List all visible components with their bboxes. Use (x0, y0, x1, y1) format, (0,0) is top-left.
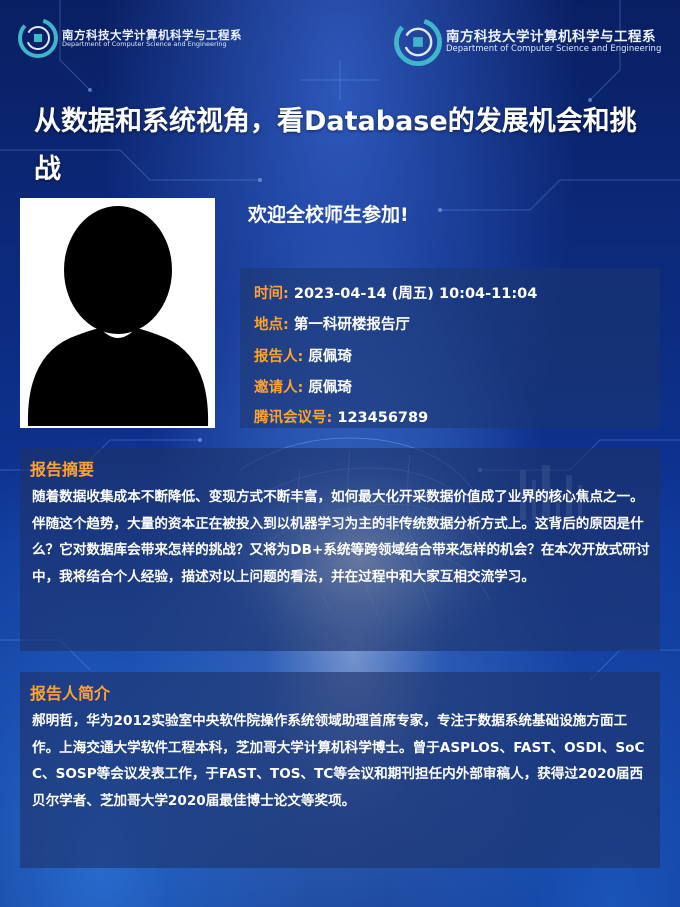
speaker-bio-section: 报告人简介 郝明哲，华为2012实验室中央软件院操作系统领域助理首席专家，专注于… (20, 672, 660, 868)
info-row-inviter: 邀请人: 原佩琦 (254, 376, 352, 397)
meeting-id-label: 腾讯会议号: (254, 410, 333, 426)
info-row-speaker: 报告人: 原佩琦 (254, 345, 352, 366)
bio-heading: 报告人简介 (30, 684, 111, 703)
logo-name-en: Department of Computer Science and Engin… (446, 43, 662, 54)
location-label: 地点: (254, 317, 289, 333)
info-row-time: 时间: 2023-04-14 (周五) 10:04-11:04 (254, 282, 537, 303)
welcome-message: 欢迎全校师生参加! (248, 204, 409, 226)
inviter-value: 原佩琦 (308, 380, 352, 396)
event-info-panel: 时间: 2023-04-14 (周五) 10:04-11:04 地点: 第一科研… (240, 268, 660, 428)
sustech-cse-logo-right: 南方科技大学计算机科学与工程系 Department of Computer S… (394, 18, 661, 66)
time-value: 2023-04-14 (周五) 10:04-11:04 (293, 286, 538, 302)
department-emblem-icon (18, 18, 58, 58)
department-emblem-icon (394, 18, 442, 66)
info-row-location: 地点: 第一科研楼报告厅 (254, 313, 410, 334)
abstract-body: 随着数据收集成本不断降低、变现方式不断丰富，如何最大化开采数据价值成了业界的核心… (32, 489, 650, 585)
abstract-heading: 报告摘要 (30, 460, 95, 479)
time-label: 时间: (254, 286, 289, 302)
info-row-meeting-id: 腾讯会议号: 123456789 (254, 406, 428, 427)
abstract-section: 报告摘要 随着数据收集成本不断降低、变现方式不断丰富，如何最大化开采数据价值成了… (20, 448, 660, 651)
logo-name-cn: 南方科技大学计算机科学与工程系 (446, 29, 656, 46)
meeting-id-value: 123456789 (337, 410, 429, 426)
inviter-label: 邀请人: (254, 380, 304, 396)
bio-body: 郝明哲，华为2012实验室中央软件院操作系统领域助理首席专家，专注于数据系统基础… (32, 713, 645, 809)
speaker-photo (20, 198, 215, 428)
sustech-cse-logo-left: 南方科技大学计算机科学与工程系 Department of Computer S… (18, 18, 242, 58)
logo-name-cn: 南方科技大学计算机科学与工程系 (62, 27, 242, 42)
speaker-label: 报告人: (254, 349, 304, 365)
speaker-value: 原佩琦 (308, 349, 352, 365)
logo-name-en: Department of Computer Science and Engin… (62, 39, 227, 48)
person-silhouette-icon (27, 206, 209, 426)
location-value: 第一科研楼报告厅 (293, 317, 410, 333)
talk-title: 从数据和系统视角，看Database的发展机会和挑战 (34, 106, 637, 185)
